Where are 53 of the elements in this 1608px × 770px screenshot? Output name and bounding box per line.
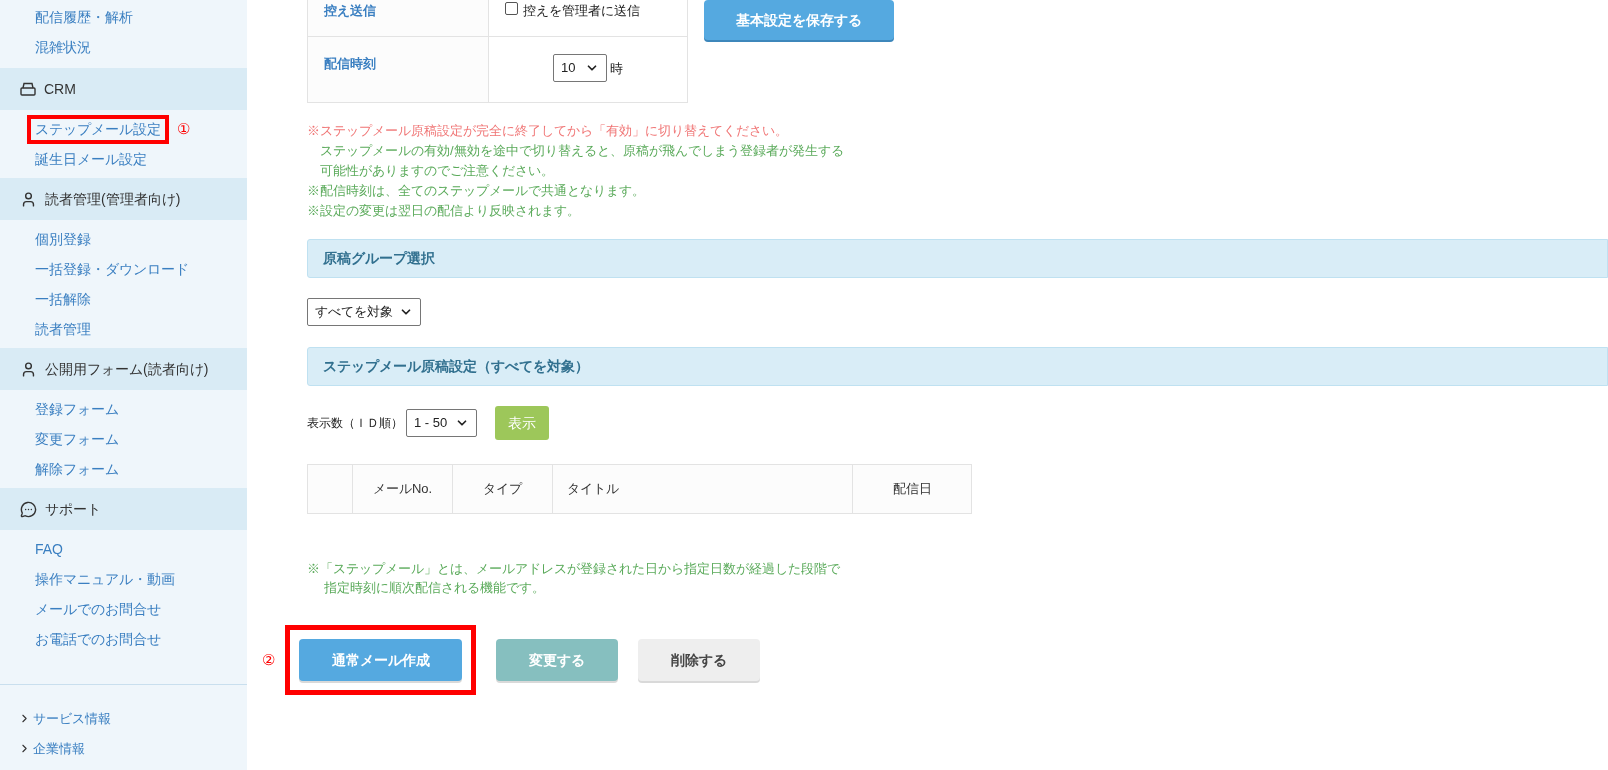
person-icon (20, 360, 37, 378)
chat-icon (20, 500, 37, 518)
count-select[interactable]: 1 - 50 (406, 409, 477, 437)
tray-icon (20, 82, 36, 96)
sidebar-link[interactable]: お電話でのお問合せ (35, 628, 161, 650)
sidebar-link[interactable]: 一括解除 (35, 288, 91, 310)
note-text: ステップメールの有効/無効を途中で切り替えると、原稿が飛んでしまう登録者が発生する (319, 142, 845, 160)
note-text: ※ステップメール原稿設定が完全に終了してから「有効」に切り替えてください。 (307, 122, 789, 140)
action-button[interactable]: 削除する (638, 639, 760, 681)
sidebar-link[interactable]: 一括登録・ダウンロード (35, 258, 189, 280)
person-icon (20, 190, 37, 208)
sidebar-link[interactable]: メールでのお問合せ (35, 598, 161, 620)
sidebar-link[interactable]: 変更フォーム (35, 428, 119, 450)
hour-select[interactable]: 10 (553, 54, 607, 82)
save-settings-button[interactable]: 基本設定を保存する (704, 0, 894, 40)
footer-link[interactable]: サービス情報 (18, 709, 247, 729)
checkbox-label: 控えを管理者に送信 (523, 2, 640, 20)
section-label: 読者管理(管理者向け) (45, 189, 181, 209)
section-label: サポート (45, 499, 101, 519)
section-title: 原稿グループ選択 (323, 249, 435, 268)
column-header: メールNo. (372, 480, 433, 499)
sidebar-link[interactable]: 読者管理 (35, 318, 91, 340)
checkbox[interactable] (505, 2, 518, 15)
annotation-number: ② (262, 649, 275, 670)
unit-label: 時 (610, 60, 623, 78)
annotation-number: ① (177, 118, 190, 139)
action-button[interactable]: 通常メール作成 (299, 639, 462, 681)
group-select[interactable]: すべてを対象 (307, 298, 421, 326)
column-header: 配信日 (892, 480, 932, 499)
action-button[interactable]: 変更する (496, 639, 618, 681)
section-title: ステップメール原稿設定（すべてを対象） (323, 357, 589, 376)
note-text: ※設定の変更は翌日の配信より反映されます。 (307, 202, 581, 220)
count-label: 表示数（ＩＤ順） (307, 415, 403, 432)
footnote-text: ※「ステップメール」とは、メールアドレスが登録された日から指定日数が経過した段階で (307, 560, 841, 578)
sidebar-link[interactable]: 登録フォーム (35, 398, 119, 420)
sidebar-link[interactable]: 操作マニュアル・動画 (35, 568, 175, 590)
footnote-text: 指定時刻に順次配信される機能です。 (323, 579, 546, 597)
note-text: 可能性がありますのでご注意ください。 (319, 162, 555, 180)
column-header: タイプ (483, 480, 522, 499)
row-label: 控え送信 (324, 3, 376, 18)
note-text: ※配信時刻は、全てのステップメールで共通となります。 (307, 182, 646, 200)
sidebar-link[interactable]: FAQ (35, 538, 63, 560)
sidebar-link[interactable]: ステップメール設定 (27, 114, 169, 144)
footer-link[interactable]: 企業情報 (18, 738, 247, 758)
sidebar-link[interactable]: 解除フォーム (35, 458, 119, 480)
sidebar-link[interactable]: 混雑状況 (35, 36, 91, 58)
section-label: 公開用フォーム(読者向け) (45, 359, 209, 379)
sidebar-link[interactable]: 個別登録 (35, 228, 91, 250)
section-label: CRM (44, 79, 76, 99)
sidebar-link[interactable]: 誕生日メール設定 (35, 148, 147, 170)
row-label: 配信時刻 (324, 56, 376, 71)
column-header: タイトル (567, 480, 619, 499)
sidebar-link[interactable]: 配信履歴・解析 (35, 6, 133, 28)
